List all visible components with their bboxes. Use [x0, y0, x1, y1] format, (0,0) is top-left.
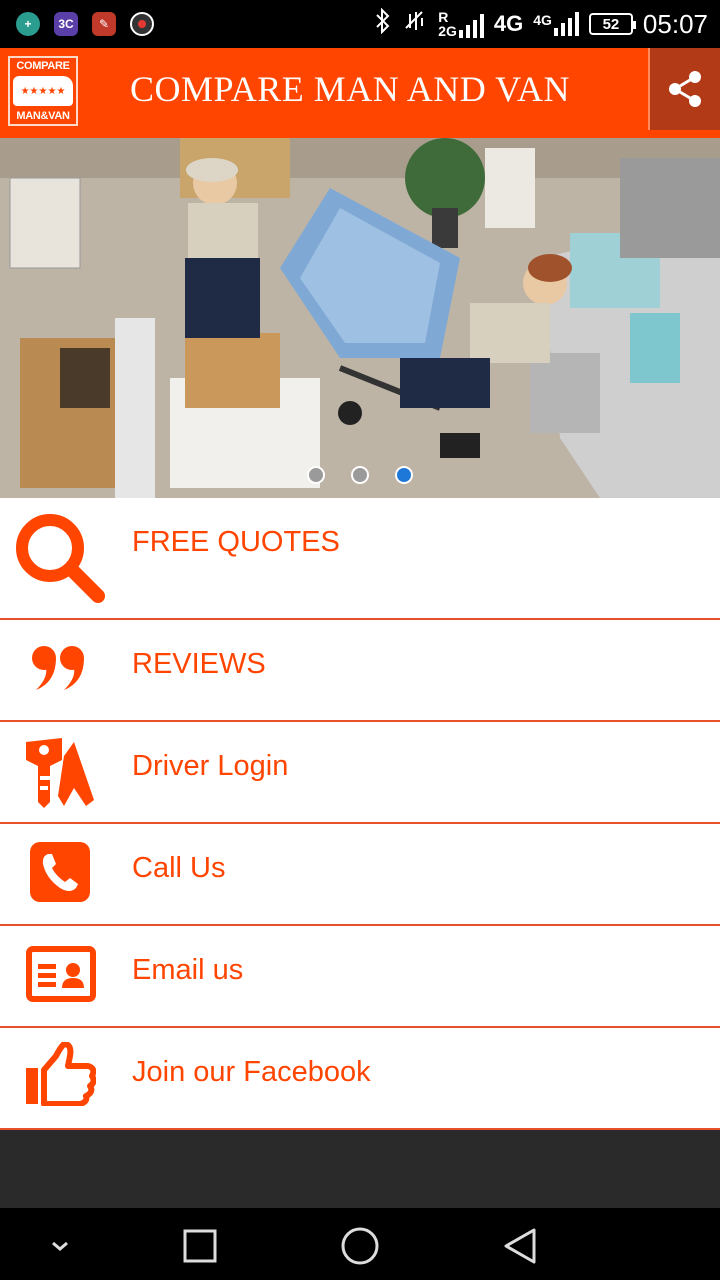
- system-indicators: R 2G 4G 4G 52 05:07: [374, 0, 708, 48]
- movers-photo: [0, 138, 720, 498]
- recents-button[interactable]: [180, 1226, 220, 1266]
- back-button[interactable]: [500, 1226, 540, 1266]
- logo-bottom-text: MAN&VAN: [16, 110, 70, 122]
- phone-icon: [30, 842, 90, 902]
- menu-item-label: Email us: [132, 954, 244, 986]
- menu-item-driver-login[interactable]: Driver Login: [0, 722, 720, 824]
- menu-item-label: Join our Facebook: [132, 1056, 371, 1088]
- app-notification-icon: 3C: [54, 12, 78, 36]
- status-bar: + 3C ✎ R 2G 4G 4G 52 05:07: [0, 0, 720, 48]
- home-button[interactable]: [340, 1226, 380, 1266]
- square-icon: [183, 1229, 217, 1263]
- system-nav-bar: [0, 1208, 720, 1280]
- circle-icon: [341, 1227, 379, 1265]
- main-menu: FREE QUOTES REVIEWS Driver Login Call Us…: [0, 498, 720, 1130]
- network-4g-label: 4G: [493, 11, 524, 36]
- hero-carousel[interactable]: [0, 138, 720, 498]
- triangle-back-icon: [504, 1228, 536, 1264]
- share-icon: [669, 71, 701, 107]
- notification-icons: + 3C ✎: [0, 12, 154, 36]
- chevron-down-icon: [52, 1241, 68, 1251]
- carousel-dot[interactable]: [307, 466, 325, 484]
- record-icon: [130, 12, 154, 36]
- search-icon: [14, 512, 108, 606]
- key-icon: [24, 736, 96, 812]
- battery-level: 52: [602, 15, 620, 33]
- signal-bars-icon: [553, 12, 579, 36]
- van-icon: ★★★★★: [13, 76, 73, 106]
- bottom-empty-area: [0, 1130, 720, 1208]
- thumbs-up-icon: [26, 1042, 96, 1106]
- carousel-dot-active[interactable]: [395, 466, 413, 484]
- vibrate-off-icon: [402, 8, 428, 41]
- menu-item-label: Driver Login: [132, 750, 289, 782]
- menu-item-label: REVIEWS: [132, 648, 266, 680]
- carousel-indicators: [0, 466, 720, 484]
- clock: 05:07: [642, 8, 708, 39]
- network-4g-small-label: 4G: [533, 12, 552, 28]
- app-bar: COMPARE ★★★★★ MAN&VAN COMPARE MAN AND VA…: [0, 48, 720, 138]
- app-notification-icon: +: [16, 12, 40, 36]
- roaming-label: R: [438, 9, 449, 25]
- battery-icon: 52: [588, 13, 636, 35]
- contact-card-icon: [26, 946, 96, 1002]
- menu-item-email-us[interactable]: Email us: [0, 926, 720, 1028]
- network-2g-label: 2G: [438, 23, 457, 39]
- bluetooth-icon: [374, 7, 392, 41]
- app-logo: COMPARE ★★★★★ MAN&VAN: [8, 56, 78, 126]
- signal-bars-icon: [458, 14, 484, 38]
- carousel-dot[interactable]: [351, 466, 369, 484]
- menu-item-join-facebook[interactable]: Join our Facebook: [0, 1028, 720, 1130]
- signal-4g-secondary: 4G: [533, 12, 579, 36]
- menu-item-call-us[interactable]: Call Us: [0, 824, 720, 926]
- logo-stars: ★★★★★: [20, 85, 66, 97]
- hide-nav-button[interactable]: [40, 1226, 80, 1266]
- logo-top-text: COMPARE: [16, 60, 70, 72]
- menu-item-label: FREE QUOTES: [132, 526, 340, 558]
- quote-icon: [30, 644, 90, 694]
- menu-item-free-quotes[interactable]: FREE QUOTES: [0, 498, 720, 620]
- app-title: COMPARE MAN AND VAN: [130, 69, 570, 109]
- signal-2g: R 2G: [438, 10, 484, 38]
- share-button[interactable]: [648, 48, 720, 130]
- menu-item-reviews[interactable]: REVIEWS: [0, 620, 720, 722]
- app-notification-icon: ✎: [92, 12, 116, 36]
- signal-4g: 4G: [494, 11, 523, 37]
- menu-item-label: Call Us: [132, 852, 226, 884]
